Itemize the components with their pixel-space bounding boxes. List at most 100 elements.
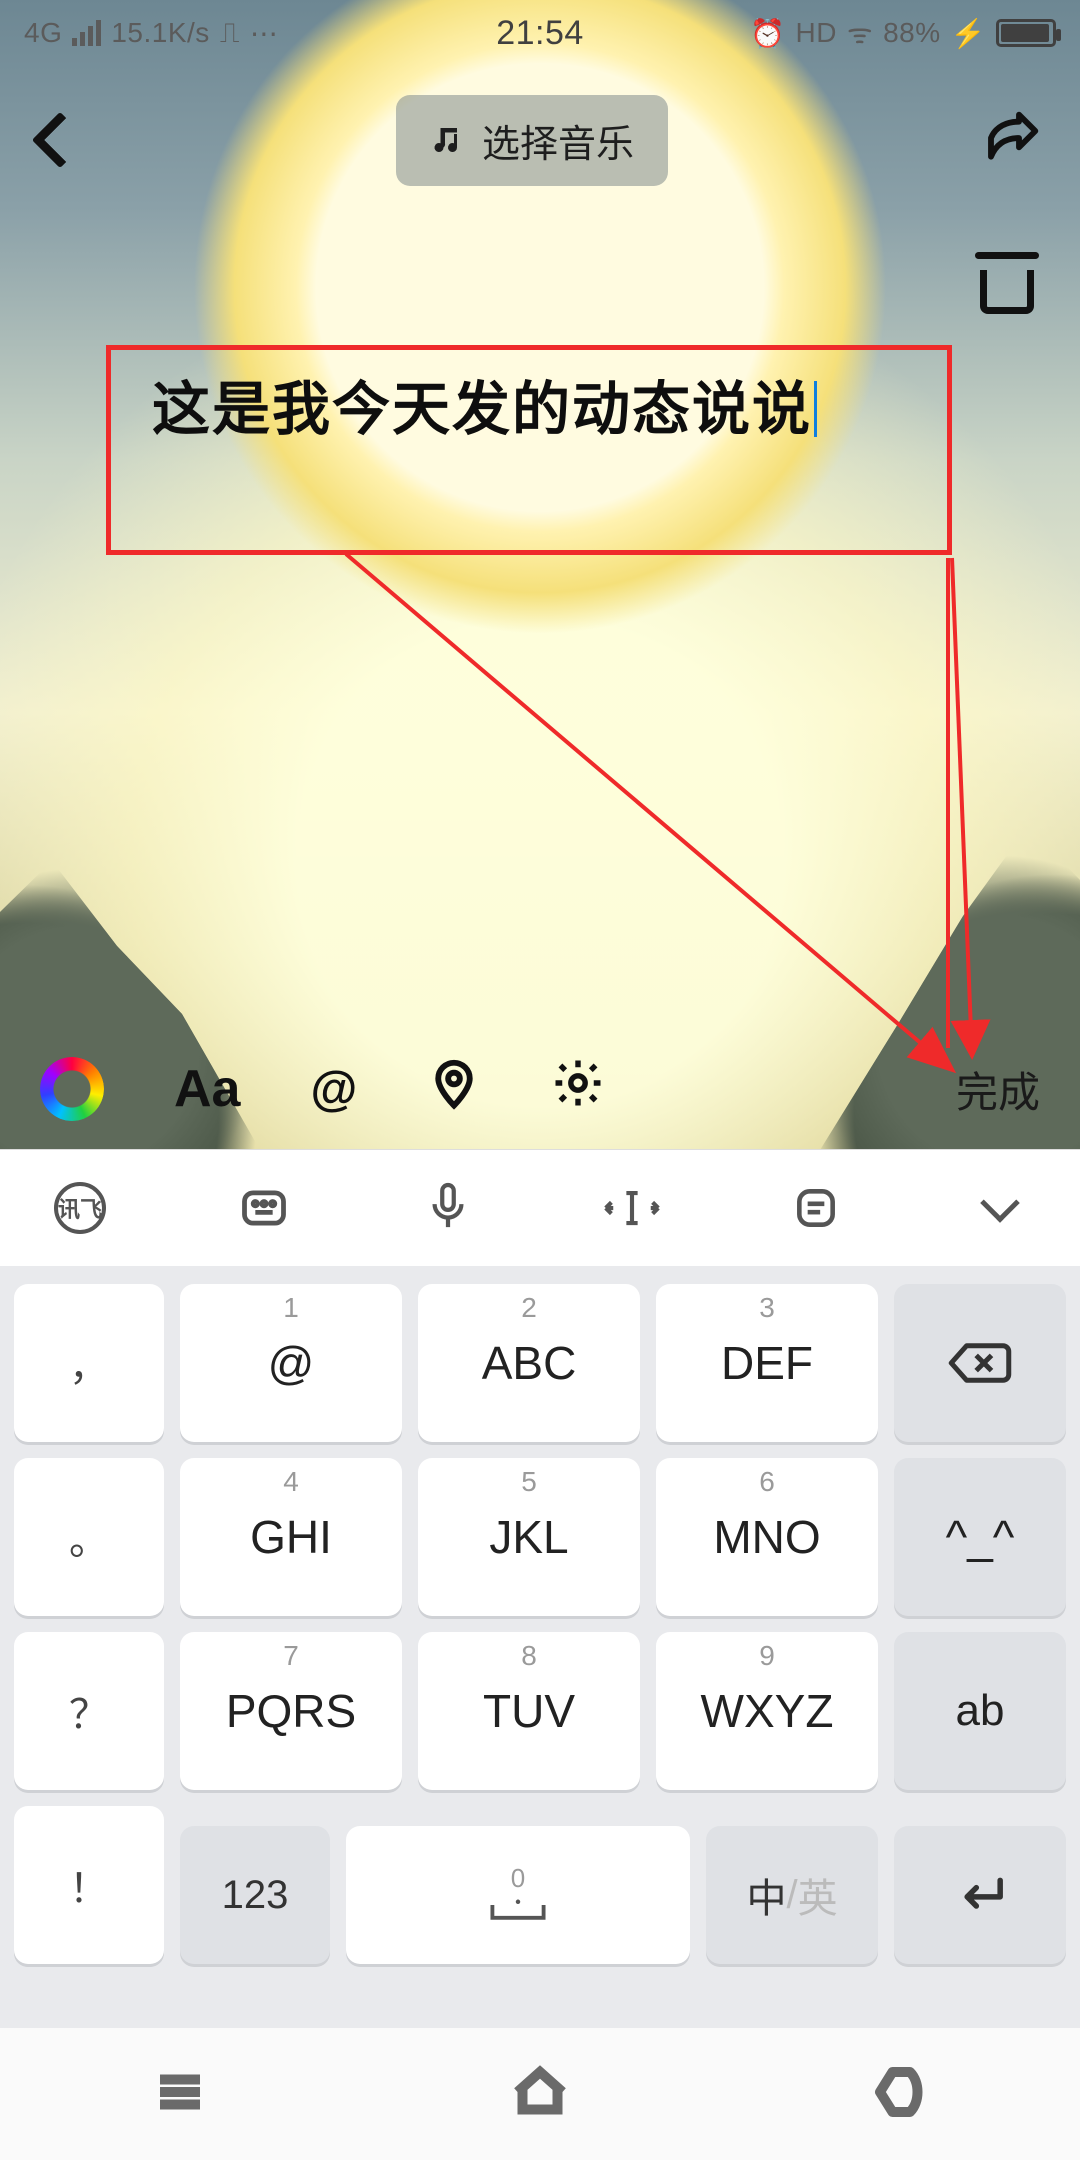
compose-text-value: 这是我今天发的动态说说 <box>152 377 812 442</box>
key-space-num: 0 <box>511 1863 525 1894</box>
font-style-button[interactable]: Aa <box>174 1059 240 1119</box>
select-music-button[interactable]: 选择音乐 <box>396 95 668 186</box>
nav-back-icon <box>870 2062 930 2122</box>
key-4[interactable]: 4 GHI <box>180 1458 402 1616</box>
key-1-label: @ <box>268 1336 315 1390</box>
clipboard-icon <box>791 1183 841 1233</box>
key-9-label: WXYZ <box>701 1684 834 1738</box>
key-2[interactable]: 2 ABC <box>418 1284 640 1442</box>
voice-input-button[interactable] <box>418 1178 478 1238</box>
backspace-icon <box>947 1340 1013 1386</box>
template-icon <box>980 270 1034 314</box>
key-1-num: 1 <box>283 1292 299 1324</box>
key-2-label: ABC <box>482 1336 577 1390</box>
color-picker-button[interactable] <box>40 1057 104 1121</box>
keyboard: ， 1@ 2ABC 3DEF 。 4GHI 5JKL 6MNO ^_^ ？ 7P… <box>0 1266 1080 2160</box>
key-8-num: 8 <box>521 1640 537 1672</box>
collapse-keyboard-button[interactable] <box>970 1178 1030 1238</box>
lang-b: 英 <box>798 1866 838 1924</box>
key-7[interactable]: 7 PQRS <box>180 1632 402 1790</box>
share-arrow-icon <box>984 110 1040 166</box>
key-6-label: MNO <box>713 1510 820 1564</box>
cursor-move-button[interactable] <box>602 1178 662 1238</box>
key-5[interactable]: 5 JKL <box>418 1458 640 1616</box>
key-backspace[interactable] <box>894 1284 1066 1442</box>
key-1[interactable]: 1@ <box>180 1284 402 1442</box>
key-2-num: 2 <box>521 1292 537 1324</box>
key-numeric[interactable]: 123 <box>180 1826 330 1964</box>
clipboard-button[interactable] <box>786 1178 846 1238</box>
lang-sep: / <box>786 1873 797 1918</box>
signal-icon <box>72 20 101 46</box>
network-type: 4G <box>24 17 62 49</box>
mention-button[interactable]: @ <box>310 1062 357 1117</box>
key-4-num: 4 <box>283 1466 299 1498</box>
charge-icon: ⚡ <box>951 17 986 50</box>
compose-toolbar: Aa @ 完成 <box>0 1028 1080 1150</box>
hd-label: HD <box>796 17 837 49</box>
status-bar: 4G 15.1K/s ⎍ ⋯ 21:54 ⏰ HD ᯤ 88% ⚡ <box>0 0 1080 66</box>
share-button[interactable] <box>984 110 1040 171</box>
keyboard-type-button[interactable] <box>234 1178 294 1238</box>
key-4-label: GHI <box>250 1510 332 1564</box>
key-3[interactable]: 3 DEF <box>656 1284 878 1442</box>
key-enter[interactable] <box>894 1826 1066 1964</box>
home-icon <box>510 2062 570 2122</box>
key-5-num: 5 <box>521 1466 537 1498</box>
location-button[interactable] <box>427 1056 481 1122</box>
key-3-label: DEF <box>721 1336 813 1390</box>
top-bar: 选择音乐 <box>0 90 1080 190</box>
key-3-num: 3 <box>759 1292 775 1324</box>
music-note-icon <box>430 122 466 158</box>
battery-icon <box>996 19 1056 47</box>
ime-brand-icon: 讯飞 <box>54 1182 106 1234</box>
key-exclaim[interactable]: ！ <box>14 1806 164 1964</box>
key-period[interactable]: 。 <box>14 1458 164 1616</box>
key-6[interactable]: 6MNO <box>656 1458 878 1616</box>
text-caret <box>814 381 817 437</box>
chevron-down-icon <box>980 1183 1020 1223</box>
gear-icon <box>551 1056 605 1110</box>
key-7-label: PQRS <box>226 1684 356 1738</box>
key-9-num: 9 <box>759 1640 775 1672</box>
nav-recent-button[interactable] <box>150 2062 210 2127</box>
status-time: 21:54 <box>496 14 584 53</box>
select-music-label: 选择音乐 <box>482 113 634 168</box>
template-button[interactable] <box>980 270 1034 314</box>
space-icon <box>486 1898 550 1928</box>
cursor-move-icon <box>602 1186 662 1230</box>
done-button[interactable]: 完成 <box>956 1059 1040 1120</box>
settings-button[interactable] <box>551 1056 605 1122</box>
usb-icon: ⎍ <box>220 17 240 50</box>
enter-icon <box>952 1873 1008 1917</box>
ime-brand-button[interactable]: 讯飞 <box>50 1178 110 1238</box>
keyboard-accessory-bar: 讯飞 <box>0 1150 1080 1266</box>
compose-text-input[interactable]: 这是我今天发的动态说说 <box>152 362 872 458</box>
key-question[interactable]: ？ <box>14 1632 164 1790</box>
back-button[interactable] <box>40 120 80 160</box>
key-language-toggle[interactable]: 中/英 <box>706 1826 878 1964</box>
network-speed: 15.1K/s <box>111 17 209 49</box>
key-emoji[interactable]: ^_^ <box>894 1458 1066 1616</box>
alarm-icon: ⏰ <box>750 17 785 50</box>
nav-back-button[interactable] <box>870 2062 930 2127</box>
key-8[interactable]: 8 TUV <box>418 1632 640 1790</box>
microphone-icon <box>425 1181 471 1235</box>
key-ab[interactable]: ab <box>894 1632 1066 1790</box>
battery-percent: 88% <box>883 17 941 49</box>
location-pin-icon <box>427 1056 481 1110</box>
key-7-num: 7 <box>283 1640 299 1672</box>
key-9[interactable]: 9 WXYZ <box>656 1632 878 1790</box>
nav-home-button[interactable] <box>510 2062 570 2127</box>
key-space[interactable]: 0 <box>346 1826 690 1964</box>
navigation-bar <box>0 2028 1080 2160</box>
more-icon: ⋯ <box>250 17 279 50</box>
lang-a: 中 <box>746 1866 786 1924</box>
key-5-label: JKL <box>489 1510 568 1564</box>
key-comma[interactable]: ， <box>14 1284 164 1442</box>
chevron-left-icon <box>32 112 89 169</box>
wifi-icon: ᯤ <box>847 14 873 52</box>
key-8-label: TUV <box>483 1684 575 1738</box>
recent-apps-icon <box>150 2062 210 2122</box>
keyboard-icon <box>238 1182 290 1234</box>
